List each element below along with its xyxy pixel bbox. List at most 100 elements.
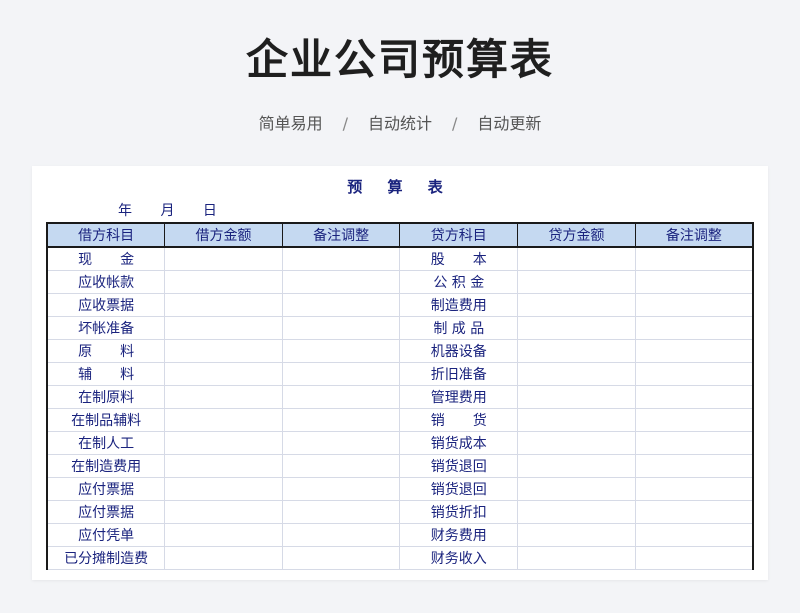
debit-note-cell[interactable] [281,362,401,386]
credit-amount-cell[interactable] [517,339,636,363]
credit-amount-cell[interactable] [517,293,636,317]
credit-note-cell[interactable] [634,477,754,501]
credit-account-cell: 销货折扣 [399,500,519,524]
credit-account-cell: 管理费用 [399,385,519,409]
credit-amount-cell[interactable] [517,546,636,570]
debit-note-cell[interactable] [281,523,401,547]
debit-note-cell[interactable] [281,500,401,524]
credit-amount-cell[interactable] [517,316,636,340]
credit-note-cell[interactable] [634,523,754,547]
table-row: 在制人工 销货成本 [46,431,754,455]
debit-note-cell[interactable] [281,546,401,570]
table-row: 应付票据 销货退回 [46,477,754,501]
credit-amount-cell[interactable] [517,408,636,432]
debit-account-cell: 应付凭单 [46,523,166,547]
col-credit-amount: 贷方金额 [517,222,636,248]
debit-account-cell: 应收帐款 [46,270,166,294]
feature-tags: 简单易用 / 自动统计 / 自动更新 [0,113,800,135]
debit-account-cell: 原 料 [46,339,166,363]
credit-account-cell: 销货成本 [399,431,519,455]
debit-amount-cell[interactable] [164,293,283,317]
credit-note-cell[interactable] [634,316,754,340]
debit-amount-cell[interactable] [164,362,283,386]
credit-account-cell: 财务费用 [399,523,519,547]
debit-amount-cell[interactable] [164,339,283,363]
debit-note-cell[interactable] [281,408,401,432]
debit-account-cell: 在制品辅料 [46,408,166,432]
credit-account-cell: 制 成 品 [399,316,519,340]
debit-note-cell[interactable] [281,293,401,317]
tag-auto-update: 自动更新 [477,114,542,133]
table-row: 应收帐款 公 积 金 [46,270,754,294]
debit-amount-cell[interactable] [164,454,283,478]
credit-amount-cell[interactable] [517,431,636,455]
debit-account-cell: 应收票据 [46,293,166,317]
credit-amount-cell[interactable] [517,270,636,294]
credit-note-cell[interactable] [634,339,754,363]
credit-amount-cell[interactable] [517,246,636,271]
table-row: 坏帐准备 制 成 品 [46,316,754,340]
table-row: 辅 料 折旧准备 [46,362,754,386]
debit-amount-cell[interactable] [164,246,283,271]
credit-note-cell[interactable] [634,546,754,570]
debit-amount-cell[interactable] [164,270,283,294]
credit-amount-cell[interactable] [517,523,636,547]
credit-account-cell: 股 本 [399,246,519,271]
debit-amount-cell[interactable] [164,523,283,547]
debit-note-cell[interactable] [281,270,401,294]
debit-account-cell: 在制造费用 [46,454,166,478]
credit-amount-cell[interactable] [517,362,636,386]
credit-note-cell[interactable] [634,431,754,455]
debit-amount-cell[interactable] [164,385,283,409]
debit-note-cell[interactable] [281,339,401,363]
debit-account-cell: 在制原料 [46,385,166,409]
col-debit-amount: 借方金额 [164,222,283,248]
credit-note-cell[interactable] [634,362,754,386]
tag-separator: / [342,114,348,133]
debit-note-cell[interactable] [281,431,401,455]
date-year-label: 年 [118,203,132,219]
debit-account-cell: 已分摊制造费 [46,546,166,570]
credit-amount-cell[interactable] [517,500,636,524]
debit-amount-cell[interactable] [164,546,283,570]
debit-note-cell[interactable] [281,316,401,340]
credit-account-cell: 销 货 [399,408,519,432]
debit-note-cell[interactable] [281,385,401,409]
credit-account-cell: 制造费用 [399,293,519,317]
debit-amount-cell[interactable] [164,316,283,340]
col-debit-note: 备注调整 [281,222,401,248]
credit-amount-cell[interactable] [517,385,636,409]
table-header-row: 借方科目 借方金额 备注调整 贷方科目 贷方金额 备注调整 [46,222,754,248]
credit-note-cell[interactable] [634,500,754,524]
credit-amount-cell[interactable] [517,454,636,478]
credit-note-cell[interactable] [634,454,754,478]
col-credit-note: 备注调整 [634,222,754,248]
credit-note-cell[interactable] [634,293,754,317]
credit-note-cell[interactable] [634,385,754,409]
debit-note-cell[interactable] [281,454,401,478]
table-row: 在制造费用 销货退回 [46,454,754,478]
debit-note-cell[interactable] [281,477,401,501]
credit-account-cell: 公 积 金 [399,270,519,294]
tag-easy: 简单易用 [258,114,323,133]
table-row: 已分摊制造费 财务收入 [46,546,754,570]
debit-amount-cell[interactable] [164,477,283,501]
credit-note-cell[interactable] [634,246,754,271]
credit-note-cell[interactable] [634,270,754,294]
debit-account-cell: 辅 料 [46,362,166,386]
debit-amount-cell[interactable] [164,500,283,524]
credit-amount-cell[interactable] [517,477,636,501]
credit-note-cell[interactable] [634,408,754,432]
date-month-label: 月 [160,203,175,219]
debit-account-cell: 现 金 [46,246,166,271]
debit-note-cell[interactable] [281,246,401,271]
debit-amount-cell[interactable] [164,408,283,432]
table-row: 应付凭单 财务费用 [46,523,754,547]
credit-account-cell: 销货退回 [399,454,519,478]
date-day-label: 日 [202,203,217,219]
credit-account-cell: 折旧准备 [399,362,519,386]
credit-account-cell: 机器设备 [399,339,519,363]
table-row: 原 料 机器设备 [46,339,754,363]
debit-amount-cell[interactable] [164,431,283,455]
tag-auto-stats: 自动统计 [367,114,432,133]
